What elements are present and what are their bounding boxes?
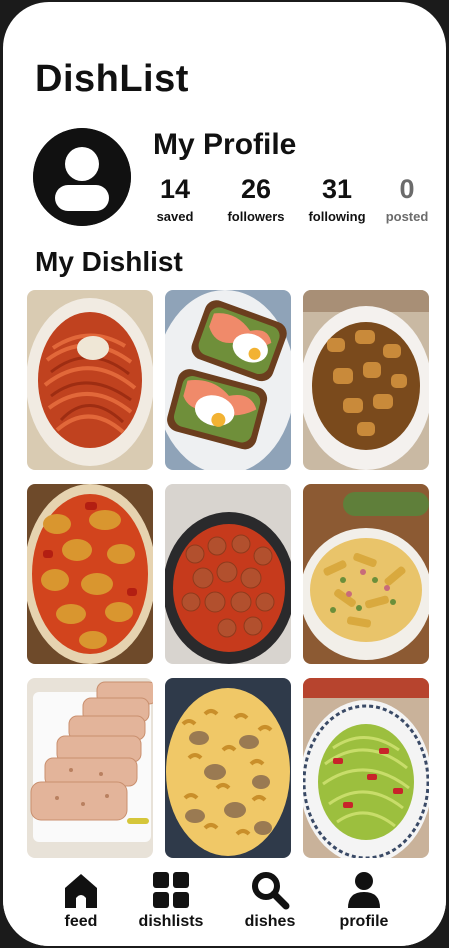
dish-image [303,290,429,470]
dish-tile-salmon-toast[interactable] [165,290,291,470]
dish-tile-penne-zucchini[interactable] [303,484,429,664]
person-icon [344,870,384,910]
tab-label: dishes [244,913,296,930]
stat-posted[interactable]: 0 posted [379,174,435,226]
stat-label: following [308,209,366,224]
dish-tile-meatballs[interactable] [165,484,291,664]
stat-followers[interactable]: 26 followers [219,174,293,226]
stat-label: saved [156,209,194,224]
dish-image [165,678,291,858]
stat-value: 14 [159,174,191,204]
stat-label: followers [227,209,285,224]
dish-image [27,484,153,664]
avatar[interactable] [33,128,131,226]
bottom-tab-bar: feed dishlists dishes profile [3,862,446,946]
user-icon [33,128,131,226]
grid-icon [151,870,191,910]
stat-label: posted [385,209,429,224]
tab-label: dishlists [138,913,204,930]
phone-screen: DishList My Profile 14 saved 26 follower… [3,2,446,946]
dish-image [303,678,429,858]
dish-image [27,290,153,470]
tab-dishes[interactable]: dishes [235,870,305,931]
dish-tile-meatloaf[interactable] [27,678,153,858]
tab-label: feed [64,913,98,930]
dish-tile-zucchini-noodles[interactable] [303,678,429,858]
tab-feed[interactable]: feed [49,870,113,931]
dish-image [27,678,153,858]
stat-value: 26 [240,174,272,204]
dishlist-title: My Dishlist [35,246,183,277]
dish-tile-chicken-stew[interactable] [303,290,429,470]
dish-image [303,484,429,664]
tab-dishlists[interactable]: dishlists [131,870,211,931]
tab-label: profile [339,913,389,930]
app-title: DishList [35,58,189,100]
tab-profile[interactable]: profile [329,870,399,931]
dish-image [165,484,291,664]
dish-tile-spaghetti[interactable] [27,290,153,470]
stat-saved[interactable]: 14 saved [143,174,207,226]
home-icon [61,870,101,910]
stat-value: 31 [321,174,353,204]
profile-stats: 14 saved 26 followers 31 following 0 pos… [143,174,438,230]
dish-tile-chicken-peppers[interactable] [27,484,153,664]
search-icon [250,870,290,910]
stat-following[interactable]: 31 following [301,174,373,226]
stat-value: 0 [399,174,415,204]
dish-tile-macaroni-sausage[interactable] [165,678,291,858]
profile-title: My Profile [153,128,297,161]
dish-image [165,290,291,470]
